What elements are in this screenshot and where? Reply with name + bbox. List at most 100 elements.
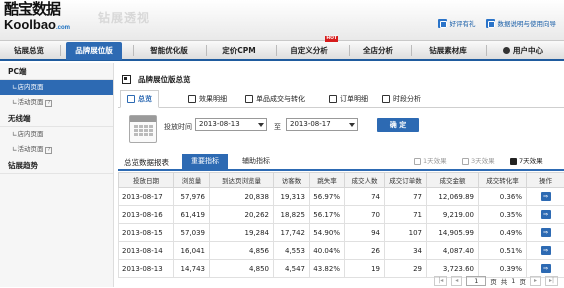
prev-page-button[interactable]: ◂ xyxy=(451,276,462,286)
cell-action: ⇒ xyxy=(527,224,564,242)
cell-action: ⇒ xyxy=(527,206,564,224)
main-nav: 钻展总览 品牌展位版 智能优化版 定价CPM 自定义分析HOT 全店分析 钻展素… xyxy=(0,40,564,61)
logo-en-text: Koolbao.com xyxy=(4,18,62,35)
confirm-button[interactable]: 确 定 xyxy=(377,118,419,132)
cell-landing-pv: 20,838 xyxy=(210,188,274,206)
detail-arrow-icon[interactable]: ⇒ xyxy=(541,246,551,255)
koolbao-logo[interactable]: 酷宝数据 Koolbao.com xyxy=(4,1,62,37)
date-separator: 至 xyxy=(274,122,281,132)
sidebar-item-label: 活动页面 xyxy=(17,98,43,106)
table-header-row: 投放日期 浏览量 到达页浏览量 访客数 跳失率 成交人数 成交订单数 成交金额 … xyxy=(119,173,564,188)
cell-action: ⇒ xyxy=(527,242,564,260)
tab-time-analysis[interactable]: 时段分析 xyxy=(382,90,421,108)
cell-date: 2013-08-14 xyxy=(119,242,174,260)
sidebar-item-pc-activity-pages[interactable]: ∟活动页面? xyxy=(0,95,113,110)
sidebar-item-mobile-activity-pages[interactable]: ∟活动页面? xyxy=(0,142,113,157)
help-icon[interactable]: ? xyxy=(45,147,52,154)
tab-overview[interactable]: 总览 xyxy=(120,90,159,108)
cell-pv: 16,041 xyxy=(174,242,210,260)
cell-landing-pv: 20,262 xyxy=(210,206,274,224)
table-row: 2013-08-1416,0414,8564,55340.04%26344,08… xyxy=(119,242,564,260)
detail-arrow-icon[interactable]: ⇒ xyxy=(541,210,551,219)
tab-label: 效果明细 xyxy=(199,90,227,108)
first-page-button[interactable]: |◂ xyxy=(434,276,447,286)
col-conversion[interactable]: 成交转化率 xyxy=(479,173,527,188)
nav-divider xyxy=(349,45,350,56)
effect-1day-toggle[interactable]: 1天效果 xyxy=(414,155,447,167)
col-pv[interactable]: 浏览量 xyxy=(174,173,210,188)
nav-overview[interactable]: 钻展总览 xyxy=(6,41,52,60)
logo-en: Koolbao xyxy=(4,17,56,32)
data-guide-label: 数据说明与使用向导 xyxy=(498,18,557,28)
date-to-value: 2013-08-17 xyxy=(290,120,331,128)
sidebar-section-trend[interactable]: 钻展趋势 xyxy=(0,157,113,174)
nav-divider xyxy=(411,45,412,56)
checkbox-icon xyxy=(462,158,469,165)
last-page-button[interactable]: ▸| xyxy=(545,276,558,286)
top-links: 好评有礼 数据说明与使用向导 xyxy=(438,18,557,28)
sidebar: PC端 ∟店内页面 ∟活动页面? 无线端 ∟店内页面 ∟活动页面? 钻展趋势 xyxy=(0,63,114,287)
cell-buyers: 26 xyxy=(345,242,385,260)
data-guide-link[interactable]: 数据说明与使用向导 xyxy=(486,18,557,28)
sidebar-item-label: 店内页面 xyxy=(17,83,43,91)
detail-arrow-icon[interactable]: ⇒ xyxy=(541,228,551,237)
hot-badge: HOT xyxy=(325,36,338,42)
col-date[interactable]: 投放日期 xyxy=(119,173,174,188)
main-content: 品牌展位版总览 总览 效果明细 单品成交与转化 订单明细 时段分析 投放时间 2… xyxy=(118,63,564,287)
cell-buyers: 70 xyxy=(345,206,385,224)
col-orders[interactable]: 成交订单数 xyxy=(385,173,427,188)
date-to-select[interactable]: 2013-08-17 xyxy=(286,118,358,131)
nav-divider xyxy=(60,45,61,56)
cell-bounce-rate: 54.90% xyxy=(310,224,345,242)
nav-creative-library[interactable]: 钻展素材库 xyxy=(420,41,476,60)
gift-icon xyxy=(438,19,447,28)
col-amount[interactable]: 成交金额 xyxy=(427,173,479,188)
cell-orders: 77 xyxy=(385,188,427,206)
col-bounce-rate[interactable]: 跳失率 xyxy=(310,173,345,188)
nav-store-analysis[interactable]: 全店分析 xyxy=(356,41,400,60)
effect-7day-toggle[interactable]: 7天效果 xyxy=(510,155,543,167)
review-gift-link[interactable]: 好评有礼 xyxy=(438,18,476,28)
next-page-button[interactable]: ▸ xyxy=(530,276,541,286)
sidebar-item-mobile-store-pages[interactable]: ∟店内页面 xyxy=(0,127,113,142)
sidebar-item-label: 店内页面 xyxy=(17,130,43,138)
col-action: 操作 xyxy=(527,173,564,188)
chevron-down-icon xyxy=(349,123,355,127)
page-input[interactable]: 1 xyxy=(466,276,486,286)
cell-orders: 107 xyxy=(385,224,427,242)
effect-label: 3天效果 xyxy=(471,155,495,167)
help-icon[interactable]: ? xyxy=(45,100,52,107)
tab-key-metrics[interactable]: 重要指标 xyxy=(182,154,228,169)
col-landing-pv[interactable]: 到达页浏览量 xyxy=(210,173,274,188)
nav-brand-booth[interactable]: 品牌展位版 xyxy=(66,42,122,60)
nav-smart-optimize[interactable]: 智能优化版 xyxy=(142,41,196,60)
date-filter: 投放时间 2013-08-13 至 2013-08-17 确 定 xyxy=(126,114,556,145)
home-icon xyxy=(127,95,135,103)
user-center-button[interactable]: 用户中心 xyxy=(492,41,554,60)
effect-3day-toggle[interactable]: 3天效果 xyxy=(462,155,495,167)
cell-amount: 14,905.99 xyxy=(427,224,479,242)
col-visitors[interactable]: 访客数 xyxy=(274,173,310,188)
detail-arrow-icon[interactable]: ⇒ xyxy=(541,192,551,201)
cell-conversion: 0.51% xyxy=(479,242,527,260)
review-gift-label: 好评有礼 xyxy=(450,18,476,28)
cell-bounce-rate: 56.97% xyxy=(310,188,345,206)
total-suffix: 页 xyxy=(519,276,526,286)
tab-effect-detail[interactable]: 效果明细 xyxy=(188,90,227,108)
tab-item-conversion[interactable]: 单品成交与转化 xyxy=(245,90,305,108)
sidebar-item-pc-store-pages[interactable]: ∟店内页面 xyxy=(0,80,113,95)
col-buyers[interactable]: 成交人数 xyxy=(345,173,385,188)
sidebar-section-pc: PC端 xyxy=(0,63,113,80)
nav-custom-analysis[interactable]: 自定义分析HOT xyxy=(284,41,334,60)
detail-arrow-icon[interactable]: ⇒ xyxy=(541,264,551,273)
logo-com: .com xyxy=(56,25,70,31)
report-title: 总览数据报表 xyxy=(124,157,169,168)
cell-bounce-rate: 40.04% xyxy=(310,242,345,260)
tab-aux-metrics[interactable]: 辅助指标 xyxy=(236,154,276,169)
cell-action: ⇒ xyxy=(527,188,564,206)
report-header: 总览数据报表 重要指标 辅助指标 1天效果 3天效果 7天效果 xyxy=(118,154,564,171)
nav-pricing-cpm[interactable]: 定价CPM xyxy=(214,41,264,60)
date-from-select[interactable]: 2013-08-13 xyxy=(195,118,267,131)
tab-order-detail[interactable]: 订单明细 xyxy=(329,90,368,108)
cell-amount: 9,219.00 xyxy=(427,206,479,224)
